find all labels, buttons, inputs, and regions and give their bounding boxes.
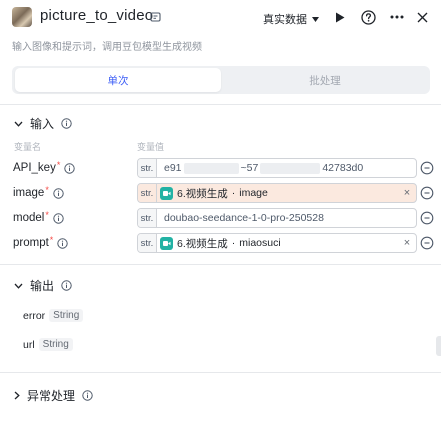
api-key-value: e91 ~57 42783d0 xyxy=(164,162,364,174)
tab-batch[interactable]: 批处理 xyxy=(222,68,428,92)
more-icon xyxy=(390,15,404,19)
info-icon[interactable] xyxy=(64,162,76,174)
scrollbar[interactable] xyxy=(436,336,441,356)
dataset-dropdown[interactable]: 真实数据 xyxy=(263,11,319,27)
close-button[interactable] xyxy=(413,8,431,26)
expand-circle-icon[interactable] xyxy=(420,211,434,225)
prompt-input[interactable]: str. 6.视频生成 · miaosuci × xyxy=(137,233,417,253)
divider xyxy=(0,372,441,373)
info-icon[interactable] xyxy=(57,237,69,249)
param-api-key-label: API_key * xyxy=(13,160,76,174)
divider xyxy=(0,104,441,105)
dataset-label: 真实数据 xyxy=(263,14,307,26)
output-type-badge: String xyxy=(49,309,84,322)
output-row-url: url String xyxy=(23,338,73,351)
type-tag[interactable]: str. xyxy=(138,234,157,252)
node-title[interactable]: picture_to_video xyxy=(40,7,153,24)
output-section-title: 输出 xyxy=(30,279,55,293)
param-model-label: model * xyxy=(13,210,64,224)
param-image-label: image * xyxy=(13,185,64,199)
info-icon[interactable] xyxy=(53,187,64,199)
chevron-down-icon xyxy=(14,283,23,289)
variable-reference[interactable]: 6.视频生成 · image xyxy=(157,186,400,201)
play-icon xyxy=(336,12,345,22)
divider xyxy=(0,264,441,265)
expand-circle-icon[interactable] xyxy=(420,186,434,200)
api-key-input[interactable]: str. e91 ~57 42783d0 xyxy=(137,158,417,178)
output-row-error: error String xyxy=(23,309,84,322)
output-section-toggle[interactable]: 输出 xyxy=(14,277,72,294)
exception-section-title: 异常处理 xyxy=(27,389,76,403)
close-icon xyxy=(417,12,427,22)
type-tag[interactable]: str. xyxy=(138,159,157,177)
run-mode-tabs: 单次 批处理 xyxy=(12,66,430,94)
expand-circle-icon[interactable] xyxy=(420,161,434,175)
redaction xyxy=(260,162,321,174)
input-section-toggle[interactable]: 输入 xyxy=(14,115,72,132)
help-button[interactable] xyxy=(359,8,377,26)
node-header: picture_to_video 真实数据 xyxy=(0,0,441,34)
param-prompt-label: prompt * xyxy=(13,235,69,249)
type-tag[interactable]: str. xyxy=(138,209,157,227)
input-section-title: 输入 xyxy=(30,117,55,131)
node-ref-icon xyxy=(160,236,173,250)
chevron-down-icon xyxy=(312,16,319,22)
image-input[interactable]: str. 6.视频生成 · image × xyxy=(137,183,417,203)
node-avatar xyxy=(12,7,32,27)
node-description: 输入图像和提示词，调用豆包模型生成视频 xyxy=(12,42,202,53)
clear-reference-button[interactable]: × xyxy=(400,187,414,199)
info-icon[interactable] xyxy=(61,118,72,129)
info-icon[interactable] xyxy=(82,390,93,401)
run-button[interactable] xyxy=(331,8,349,26)
variable-reference[interactable]: 6.视频生成 · miaosuci xyxy=(157,236,400,251)
exception-section-toggle[interactable]: 异常处理 xyxy=(14,387,93,404)
type-tag[interactable]: str. xyxy=(138,184,157,202)
col-header-var-value: 变量值 xyxy=(137,142,165,152)
info-icon[interactable] xyxy=(53,212,64,224)
chevron-right-icon xyxy=(14,391,20,400)
more-button[interactable] xyxy=(388,8,406,26)
info-icon[interactable] xyxy=(61,280,72,291)
edit-icon[interactable] xyxy=(150,11,162,23)
tab-single[interactable]: 单次 xyxy=(15,68,221,92)
redaction xyxy=(183,162,239,174)
chevron-down-icon xyxy=(14,121,23,127)
clear-reference-button[interactable]: × xyxy=(400,237,414,249)
col-header-var-name: 变量名 xyxy=(14,142,42,152)
model-value: doubao-seedance-1-0-pro-250528 xyxy=(164,212,324,224)
expand-circle-icon[interactable] xyxy=(420,236,434,250)
output-type-badge: String xyxy=(38,338,73,351)
help-icon xyxy=(360,9,376,25)
model-input[interactable]: str. doubao-seedance-1-0-pro-250528 xyxy=(137,208,417,228)
node-ref-icon xyxy=(160,186,173,200)
